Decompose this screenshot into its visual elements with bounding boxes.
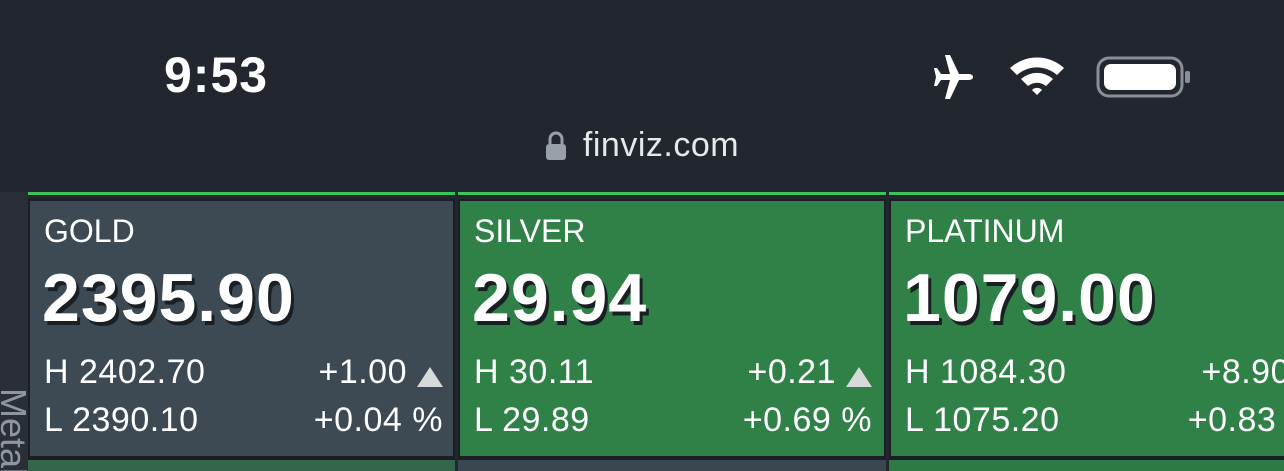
url-text: finviz.com [582, 126, 740, 164]
tile-body: PLATINUM 1079.00 H 1084.30 L 1075.20 +8.… [889, 199, 1284, 458]
tile-body: SILVER 29.94 H 30.11 L 29.89 +0.21 +0.69… [458, 199, 886, 458]
status-time: 9:53 [164, 47, 269, 103]
tile-price: 2395.90 [42, 260, 295, 336]
side-tab-label: Metals [0, 388, 28, 471]
next-row-tile [28, 458, 455, 471]
tile-high: H 2402.70 [44, 353, 206, 391]
tile-low: L 2390.10 [44, 401, 199, 439]
tile-name: PLATINUM [905, 213, 1065, 249]
tile-high: H 1084.30 [905, 353, 1067, 391]
next-row-tile [889, 458, 1284, 471]
tile-change: +8.90 [1201, 353, 1284, 391]
next-row-tile [458, 458, 886, 471]
lock-icon [545, 131, 566, 160]
tile-platinum[interactable]: PLATINUM 1079.00 H 1084.30 L 1075.20 +8.… [889, 192, 1284, 458]
side-tab-metals[interactable]: Metals [0, 192, 28, 471]
tile-change: +0.21 [747, 353, 836, 391]
up-triangle-icon [846, 367, 872, 387]
airplane-icon [934, 55, 973, 99]
tile-change: +1.00 [318, 353, 407, 391]
tile-change-pct: +0.04 % [313, 401, 443, 439]
tile-name: SILVER [474, 213, 586, 249]
wifi-icon [1010, 57, 1064, 95]
url-bar[interactable]: finviz.com [0, 126, 1284, 165]
tile-name: GOLD [44, 213, 135, 249]
battery-icon [1096, 56, 1190, 98]
metals-tiles: GOLD 2395.90 H 2402.70 L 2390.10 +1.00 +… [28, 192, 1284, 471]
tile-change-pct: +0.83 % [1187, 401, 1284, 439]
status-icons [928, 54, 1192, 100]
tile-body: GOLD 2395.90 H 2402.70 L 2390.10 +1.00 +… [28, 199, 455, 458]
tile-gold[interactable]: GOLD 2395.90 H 2402.70 L 2390.10 +1.00 +… [28, 192, 455, 458]
phone-screen: 9:53 finviz.com Metals GOLD [0, 0, 1284, 471]
tile-price: 29.94 [472, 260, 648, 336]
tile-low: L 1075.20 [905, 401, 1060, 439]
tile-silver[interactable]: SILVER 29.94 H 30.11 L 29.89 +0.21 +0.69… [458, 192, 886, 458]
up-triangle-icon [417, 367, 443, 387]
tile-high: H 30.11 [474, 353, 595, 391]
tile-price: 1079.00 [903, 260, 1156, 336]
tile-low: L 29.89 [474, 401, 590, 439]
tile-change-pct: +0.69 % [742, 401, 872, 439]
